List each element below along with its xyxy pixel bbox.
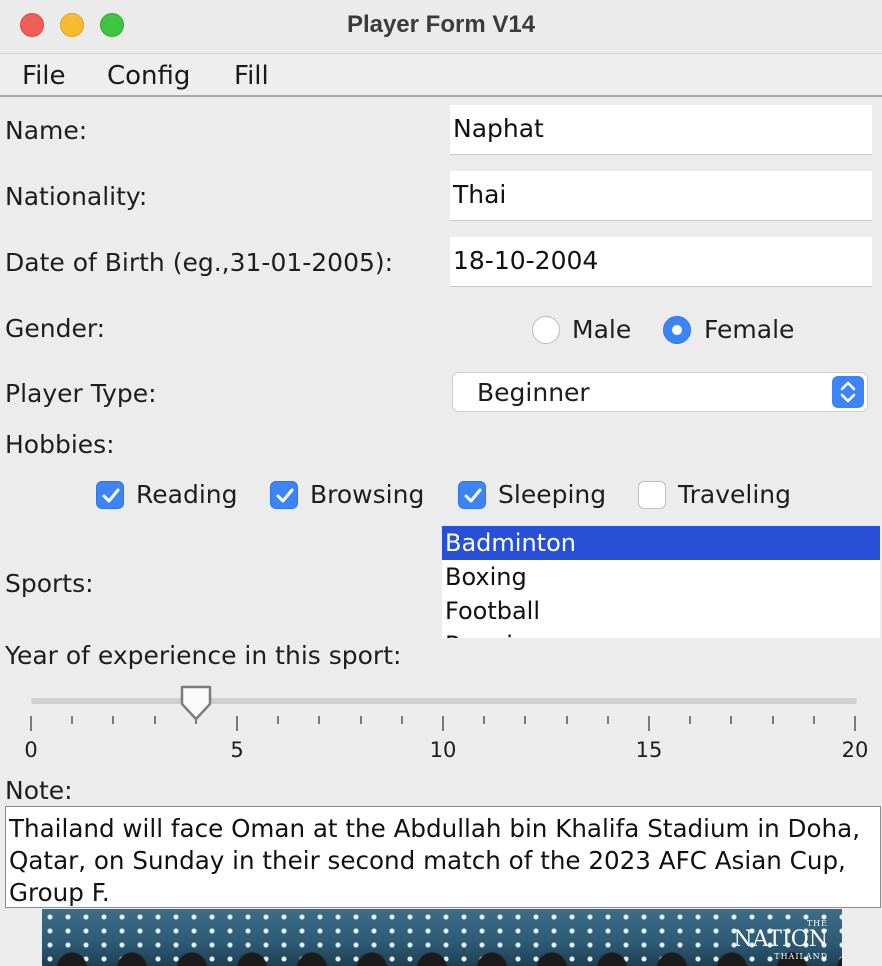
slider-tick [771, 716, 774, 724]
sports-item-football[interactable]: Football [442, 594, 880, 628]
sports-item-badminton[interactable]: Badminton [442, 526, 880, 560]
hobby-sleeping-checkbox[interactable] [458, 481, 486, 509]
hobby-traveling-checkbox[interactable] [638, 481, 666, 509]
gender-female-label[interactable]: Female [704, 315, 794, 344]
sports-list[interactable]: Badminton Boxing Football Running [442, 526, 880, 638]
menu-bar: File Config Fill [0, 55, 882, 97]
slider-tick [277, 716, 280, 724]
slider-tick [483, 716, 486, 724]
slider-tick [400, 716, 403, 724]
slider-tick [30, 716, 32, 731]
tick-label-0: 0 [24, 738, 38, 762]
note-textarea[interactable]: Thailand will face Oman at the Abdullah … [5, 806, 881, 908]
window-title: Player Form V14 [346, 11, 536, 38]
hobby-browsing-label[interactable]: Browsing [310, 480, 424, 509]
menu-config[interactable]: Config [107, 61, 190, 91]
nationality-field[interactable]: Thai [450, 171, 872, 221]
slider-tick [236, 716, 238, 731]
tick-label-5: 5 [230, 738, 244, 762]
tick-label-20: 20 [841, 738, 869, 762]
slider-tick [112, 716, 115, 724]
check-icon [464, 488, 482, 503]
hobby-traveling-label[interactable]: Traveling [678, 480, 791, 509]
sports-label: Sports: [5, 569, 94, 598]
experience-label: Year of experience in this sport: [5, 641, 402, 670]
slider-tick [359, 716, 362, 724]
players-silhouette [42, 936, 842, 966]
player-type-label: Player Type: [5, 379, 157, 408]
check-icon [102, 488, 120, 503]
gender-label: Gender: [5, 314, 106, 343]
tick-label-10: 10 [429, 738, 457, 762]
experience-slider-track[interactable] [31, 698, 857, 704]
slider-tick [153, 716, 156, 724]
news-photo: THE NATION THAILAND [42, 909, 842, 966]
slider-tick [648, 716, 650, 731]
slider-tick [854, 716, 856, 731]
note-label: Note: [5, 776, 73, 805]
hobby-sleeping-label[interactable]: Sleeping [498, 480, 606, 509]
dob-field[interactable]: 18-10-2004 [450, 237, 872, 287]
dob-label: Date of Birth (eg.,31-01-2005): [5, 248, 394, 277]
name-label: Name: [5, 116, 88, 145]
menu-fill[interactable]: Fill [234, 61, 269, 91]
experience-slider-thumb[interactable] [178, 684, 214, 724]
title-bar: Player Form V14 [0, 0, 882, 54]
slider-tick [565, 716, 568, 724]
slider-tick [689, 716, 692, 724]
hobby-reading-checkbox[interactable] [96, 481, 124, 509]
sports-item-running[interactable]: Running [442, 628, 880, 638]
slider-tick [730, 716, 733, 724]
sports-item-boxing[interactable]: Boxing [442, 560, 880, 594]
slider-tick [442, 716, 444, 731]
tick-label-15: 15 [635, 738, 663, 762]
slider-tick [812, 716, 815, 724]
player-type-value: Beginner [477, 378, 590, 407]
name-field[interactable]: Naphat [450, 105, 872, 155]
check-icon [276, 488, 294, 503]
slider-tick [606, 716, 609, 724]
hobbies-label: Hobbies: [5, 430, 115, 459]
nationality-label: Nationality: [5, 182, 148, 211]
menu-file[interactable]: File [22, 61, 66, 91]
slider-tick [318, 716, 321, 724]
gender-male-radio[interactable] [532, 316, 560, 344]
nation-logo: THE NATION THAILAND [733, 919, 828, 961]
gender-female-radio[interactable] [663, 316, 691, 344]
gender-male-label[interactable]: Male [572, 315, 631, 344]
hobby-browsing-checkbox[interactable] [270, 481, 298, 509]
slider-tick [524, 716, 527, 724]
slider-tick [71, 716, 74, 724]
hobby-reading-label[interactable]: Reading [136, 480, 237, 509]
select-stepper-icon [832, 376, 864, 408]
player-type-select[interactable]: Beginner [452, 372, 868, 412]
